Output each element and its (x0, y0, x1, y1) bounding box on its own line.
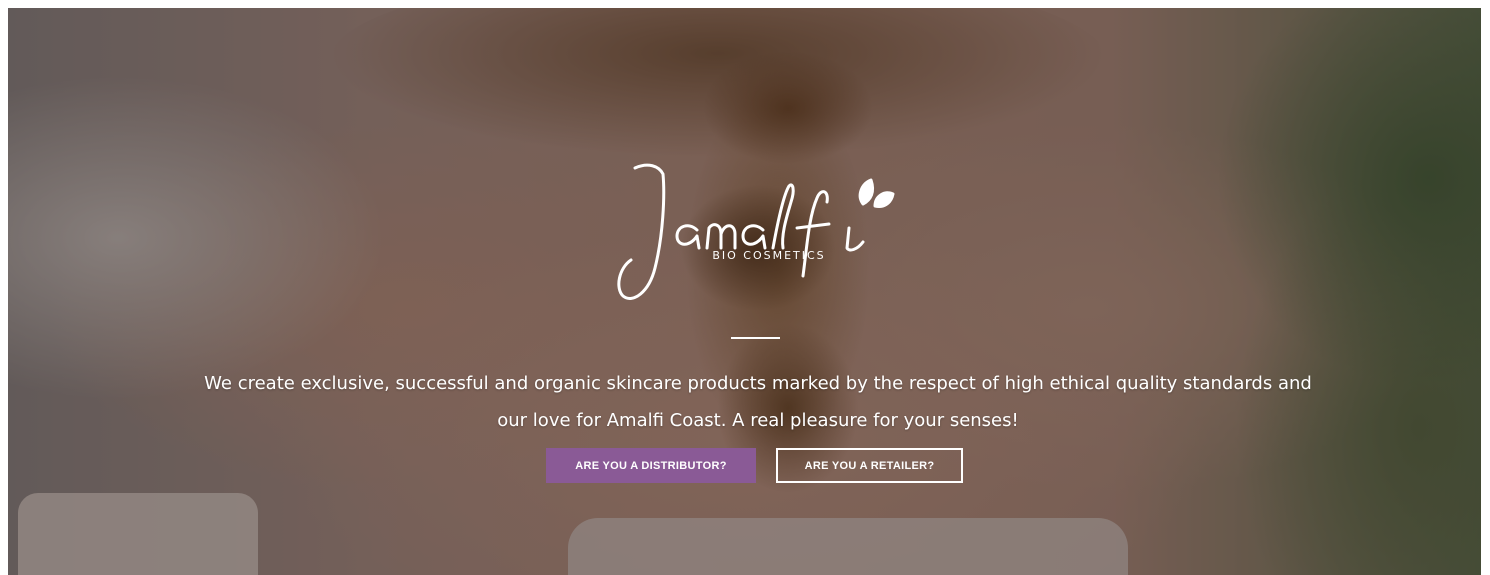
distributor-button[interactable]: ARE YOU A DISTRIBUTOR? (546, 448, 756, 483)
hero-intro-line-1: We create exclusive, successful and orga… (204, 373, 1312, 394)
hero-banner: BIO COSMETICS We create exclusive, succe… (8, 8, 1481, 575)
retailer-button[interactable]: ARE YOU A RETAILER? (776, 448, 963, 483)
brand-logo-script (617, 163, 895, 300)
hero-intro-line-2: our love for Amalfi Coast. A real pleasu… (497, 410, 1019, 431)
hero-intro-text: We create exclusive, successful and orga… (108, 365, 1408, 439)
brand-logo[interactable]: BIO COSMETICS (613, 156, 913, 306)
divider-line (731, 337, 780, 339)
brand-tagline: BIO COSMETICS (712, 249, 826, 262)
